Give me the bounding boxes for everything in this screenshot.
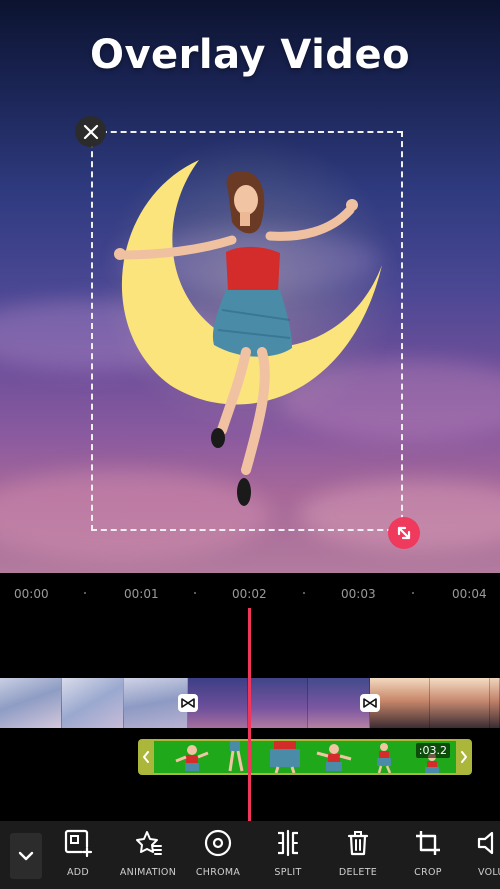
clip-thumbnail (0, 678, 62, 728)
chevron-right-glyph (461, 751, 467, 763)
overlay-selection-frame[interactable] (91, 131, 403, 531)
volume-button[interactable]: VOLU (460, 821, 500, 889)
delete-button[interactable]: DELETE (323, 821, 393, 889)
split-button[interactable]: SPLIT (253, 821, 323, 889)
time-ruler-label: 00:03 (341, 587, 376, 601)
overlay-clip[interactable]: :03.2 (138, 739, 472, 775)
video-preview[interactable]: Overlay Video (0, 0, 500, 573)
time-ruler-label: 00:00 (14, 587, 49, 601)
chevron-right-icon[interactable] (456, 739, 472, 775)
time-ruler-dot (194, 592, 196, 594)
clip-thumbnail (430, 678, 490, 728)
overlay-frame-thumb (264, 741, 304, 773)
overlay-frame-thumb (314, 741, 354, 773)
animation-icon (136, 831, 162, 855)
volume-label: VOLU (478, 867, 500, 878)
chevron-down-icon[interactable] (10, 833, 42, 879)
close-glyph (83, 124, 98, 139)
split-icon (278, 829, 298, 857)
close-icon[interactable] (75, 116, 106, 147)
delete-label: DELETE (338, 867, 378, 878)
video-clip[interactable] (0, 678, 188, 728)
chroma-icon (204, 829, 232, 857)
resize-glyph (397, 526, 411, 540)
time-ruler-dot (412, 592, 414, 594)
add-overlay-icon (64, 829, 93, 858)
overlay-clip-thumbnails (154, 741, 456, 773)
bowtie-transition-icon[interactable] (178, 694, 198, 712)
time-ruler-dot (303, 592, 305, 594)
animation-label: ANIMATION (119, 867, 177, 878)
chroma-button[interactable]: CHROMA (183, 821, 253, 889)
time-ruler-label: 00:04 (452, 587, 487, 601)
video-clip[interactable] (370, 678, 500, 728)
trash-icon (347, 831, 369, 856)
add-button[interactable]: ADD (43, 821, 113, 889)
time-ruler-dot (84, 592, 86, 594)
split-label: SPLIT (274, 867, 302, 878)
clip-thumbnail (248, 678, 308, 728)
video-clip[interactable] (188, 678, 370, 728)
add-label: ADD (66, 867, 90, 878)
chevron-left-glyph (143, 751, 149, 763)
overlay-duration-badge: :03.2 (415, 743, 450, 758)
bowtie-glyph (181, 698, 195, 708)
volume-icon (477, 831, 494, 855)
bottom-toolbar: ADD ANIMATION CHROMA SPLIT DELETE CROP V… (0, 821, 500, 889)
clip-thumbnail (62, 678, 124, 728)
chevron-down-glyph (18, 851, 34, 861)
playhead[interactable] (248, 608, 251, 822)
overlay-frame-thumb (172, 741, 212, 773)
time-ruler-label: 00:01 (124, 587, 159, 601)
chevron-left-icon[interactable] (138, 739, 154, 775)
time-ruler-label: 00:02 (232, 587, 267, 601)
clip-thumbnail (490, 678, 500, 728)
bowtie-glyph (363, 698, 377, 708)
overlay-frame-thumb (220, 741, 250, 773)
crop-label: CROP (414, 867, 442, 878)
crop-icon (416, 831, 440, 855)
crop-button[interactable]: CROP (393, 821, 463, 889)
chroma-label: CHROMA (195, 867, 241, 878)
resize-diagonal-icon[interactable] (388, 517, 420, 549)
overlay-frame-thumb (366, 741, 402, 773)
bowtie-transition-icon[interactable] (360, 694, 380, 712)
animation-button[interactable]: ANIMATION (113, 821, 183, 889)
